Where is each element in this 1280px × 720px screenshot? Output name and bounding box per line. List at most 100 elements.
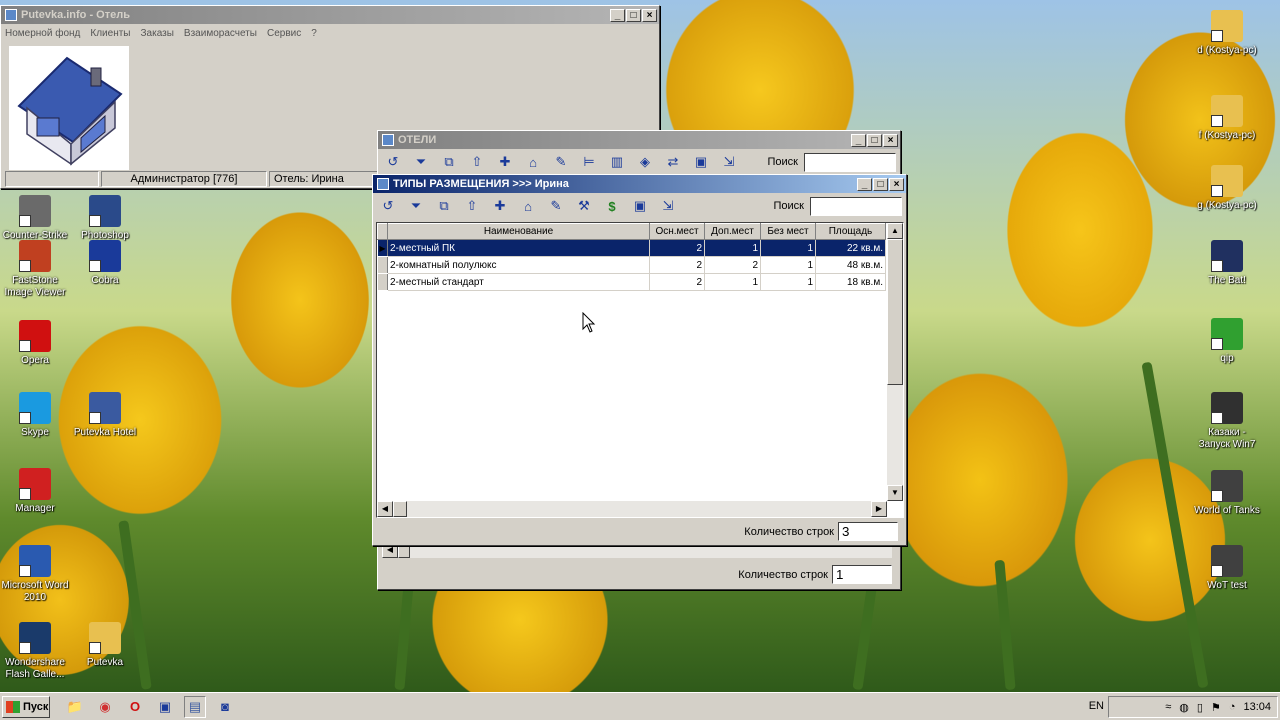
edit-icon[interactable]: ✎ (545, 196, 567, 216)
desktop-icon-folder[interactable]: g (Kostya-pc) (1192, 165, 1262, 212)
table-row[interactable]: 2-комнатный полулюкс 2 2 1 48 кв.м. (377, 256, 886, 274)
copy-icon[interactable]: ⧉ (438, 152, 460, 172)
desktop-icon-putevka-hotel[interactable]: Putevka Hotel (70, 392, 140, 439)
opera-taskbar-icon[interactable]: O (124, 696, 146, 718)
filter-icon[interactable]: ⏷ (410, 152, 432, 172)
types-titlebar[interactable]: ТИПЫ РАЗМЕЩЕНИЯ >>> Ирина _ □ × (373, 175, 906, 193)
menu-orders[interactable]: Заказы (141, 28, 174, 39)
tools-icon[interactable]: ⚒ (573, 196, 595, 216)
home-icon[interactable]: ⌂ (522, 152, 544, 172)
copy-icon[interactable]: ⧉ (433, 196, 455, 216)
exit-icon[interactable]: ⇲ (657, 196, 679, 216)
swap-icon[interactable]: ⇄ (662, 152, 684, 172)
image-icon[interactable]: ▣ (690, 152, 712, 172)
types-hscroll[interactable]: ◀ ▶ (377, 501, 887, 517)
desktop-icon-folder[interactable]: f (Kostya-pc) (1192, 95, 1262, 142)
tray-network-icon[interactable]: ◍ (1179, 701, 1189, 714)
desktop-icon-opera[interactable]: Opera (0, 320, 70, 367)
hotels-rowcount-field[interactable] (832, 565, 892, 584)
refresh-icon[interactable]: ↺ (377, 196, 399, 216)
add-icon[interactable]: ✚ (489, 196, 511, 216)
types-grid[interactable]: Наименование Осн.мест Доп.мест Без мест … (376, 222, 904, 518)
explorer-icon[interactable]: 📁 (64, 696, 86, 718)
refresh-icon[interactable]: ↺ (382, 152, 404, 172)
col-extra-places[interactable]: Доп.мест (704, 223, 761, 240)
hotels-search-input[interactable] (804, 152, 896, 172)
vscroll-thumb[interactable] (887, 239, 903, 385)
menu-rooms[interactable]: Номерной фонд (5, 28, 80, 39)
app-taskbar-icon[interactable]: ◙ (214, 696, 236, 718)
tray-flag-icon[interactable]: ⚑ (1211, 701, 1221, 714)
desktop-icon-manager[interactable]: Manager (0, 468, 70, 515)
maximize-button[interactable]: □ (867, 133, 882, 147)
types-search-input[interactable] (810, 196, 902, 216)
menu-help[interactable]: ? (311, 28, 317, 39)
desktop-icon-faststone[interactable]: FastStone Image Viewer (0, 240, 70, 299)
desktop-icon-qip[interactable]: qip (1192, 318, 1262, 365)
menu-clients[interactable]: Клиенты (90, 28, 130, 39)
close-button[interactable]: × (642, 8, 657, 22)
col-area[interactable]: Площадь (815, 223, 886, 240)
maximize-button[interactable]: □ (626, 8, 641, 22)
scroll-down-button[interactable]: ▼ (887, 485, 903, 501)
menu-settlements[interactable]: Взаиморасчеты (184, 28, 257, 39)
minimize-button[interactable]: _ (610, 8, 625, 22)
cell-extra: 1 (704, 239, 761, 257)
types-title: ТИПЫ РАЗМЕЩЕНИЯ >>> Ирина (393, 178, 569, 190)
hotels-titlebar[interactable]: ОТЕЛИ _ □ × (378, 131, 900, 149)
desktop-icon-wot-test[interactable]: WoT test (1192, 545, 1262, 592)
desktop-icon-wot[interactable]: World of Tanks (1192, 470, 1262, 517)
bed-icon[interactable]: ⊨ (578, 152, 600, 172)
edit-icon[interactable]: ✎ (550, 152, 572, 172)
desktop-icon-bat[interactable]: The Bat! (1192, 240, 1262, 287)
desktop-icon-skype[interactable]: Skype (0, 392, 70, 439)
types-window[interactable]: ТИПЫ РАЗМЕЩЕНИЯ >>> Ирина _ □ × ↺ ⏷ ⧉ ⇧ ✚ ⌂ ✎ ⚒… (372, 174, 907, 546)
close-button[interactable]: × (889, 177, 904, 191)
filter-icon[interactable]: ⏷ (405, 196, 427, 216)
save-icon[interactable]: ▣ (154, 696, 176, 718)
dollar-icon[interactable]: $ (601, 196, 623, 216)
close-button[interactable]: × (883, 133, 898, 147)
cell-extra: 1 (704, 273, 761, 291)
desktop-icon-photoshop[interactable]: Photoshop (70, 195, 140, 242)
col-name[interactable]: Наименование (387, 223, 650, 240)
menu-service[interactable]: Сервис (267, 28, 301, 39)
clock[interactable]: 13:04 (1243, 701, 1271, 713)
maximize-button[interactable]: □ (873, 177, 888, 191)
tray-usb-icon[interactable]: ▯ (1197, 701, 1203, 714)
types-vscroll[interactable]: ▲ ▼ (887, 223, 903, 501)
image-icon[interactable]: ▣ (629, 196, 651, 216)
desktop-icon-wondershare[interactable]: Wondershare Flash Galle... (0, 622, 70, 681)
table-row[interactable]: 2-местный стандарт 2 1 1 18 кв.м. (377, 273, 886, 291)
scroll-left-button[interactable]: ◀ (377, 501, 393, 517)
desktop-icon-word[interactable]: Microsoft Word 2010 (0, 545, 70, 604)
scroll-right-button[interactable]: ▶ (871, 501, 887, 517)
diamond-icon[interactable]: ◈ (634, 152, 656, 172)
hscroll-thumb[interactable] (393, 501, 407, 517)
desktop-icon-folder[interactable]: d (Kostya-pc) (1192, 10, 1262, 57)
export-icon[interactable]: ⇧ (466, 152, 488, 172)
add-icon[interactable]: ✚ (494, 152, 516, 172)
col-main-places[interactable]: Осн.мест (649, 223, 705, 240)
col-no-places[interactable]: Без мест (760, 223, 816, 240)
chrome-icon[interactable]: ◉ (94, 696, 116, 718)
types-rowcount-field[interactable] (838, 522, 898, 541)
book-icon[interactable]: ▥ (606, 152, 628, 172)
putevka-taskbar-icon[interactable]: ▤ (184, 695, 206, 718)
desktop-icon-cobra[interactable]: Cobra (70, 240, 140, 287)
table-row[interactable]: ▶ 2-местный ПК 2 1 1 22 кв.м. (377, 239, 886, 257)
scroll-up-button[interactable]: ▲ (887, 223, 903, 239)
minimize-button[interactable]: _ (851, 133, 866, 147)
desktop-icon-cossacks[interactable]: Казаки - Запуск Win7 (1192, 392, 1262, 451)
language-indicator[interactable]: EN (1089, 700, 1104, 712)
start-button[interactable]: Пуск (2, 695, 50, 718)
minimize-button[interactable]: _ (857, 177, 872, 191)
desktop-icon-folder[interactable]: Putevka (70, 622, 140, 669)
home-icon[interactable]: ⌂ (517, 196, 539, 216)
export-icon[interactable]: ⇧ (461, 196, 483, 216)
exit-icon[interactable]: ⇲ (718, 152, 740, 172)
tray-arrow-icon[interactable]: ≈ (1165, 701, 1171, 713)
tray-volume-icon[interactable]: ◔ (1229, 701, 1236, 713)
cobra-icon (89, 240, 121, 272)
main-window-titlebar[interactable]: Putevka.info - Отель _ □ × (1, 6, 659, 24)
